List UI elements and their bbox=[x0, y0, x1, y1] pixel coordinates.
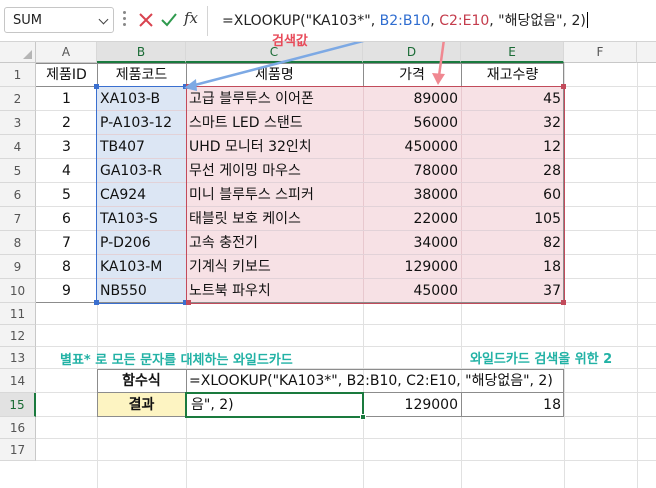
cell-id[interactable]: 9 bbox=[36, 279, 97, 303]
annotation-wildcard-mode: 와일드카드 검색을 위한 2 bbox=[470, 352, 613, 367]
row-header-10[interactable]: 10 bbox=[0, 279, 36, 303]
row-header-8[interactable]: 8 bbox=[0, 231, 36, 255]
cell-id[interactable]: 7 bbox=[36, 231, 97, 255]
column-header-f[interactable]: F bbox=[564, 42, 637, 63]
name-box[interactable]: SUM bbox=[4, 7, 114, 33]
lookup-range-border[interactable] bbox=[96, 86, 187, 304]
formula-lookup-range: B2:B10 bbox=[379, 13, 431, 29]
return-range-border[interactable] bbox=[186, 86, 565, 304]
row-header-1[interactable]: 1 bbox=[0, 63, 36, 87]
row-header-9[interactable]: 9 bbox=[0, 255, 36, 279]
row-header-6[interactable]: 6 bbox=[0, 183, 36, 207]
row-header-17[interactable]: 17 bbox=[0, 439, 36, 461]
function-label[interactable]: 함수식 bbox=[97, 370, 186, 392]
column-header-g[interactable] bbox=[637, 42, 656, 63]
formula-part: , "해당없음", 2) bbox=[489, 13, 586, 29]
fill-handle[interactable] bbox=[360, 414, 366, 420]
cell-id[interactable]: 2 bbox=[36, 111, 97, 135]
formula-input[interactable]: =XLOOKUP("KA103*", B2:B10, C2:E10, "해당없음… bbox=[222, 10, 588, 30]
function-text[interactable]: =XLOOKUP("KA103*", B2:B10, C2:E10, "해당없음… bbox=[186, 370, 564, 392]
formula-separator bbox=[207, 6, 208, 36]
column-header-b[interactable]: B bbox=[97, 42, 186, 63]
row-header-14[interactable]: 14 bbox=[0, 369, 36, 393]
row-header-2[interactable]: 2 bbox=[0, 87, 36, 111]
header-product-code[interactable]: 제품코드 bbox=[97, 64, 186, 86]
active-cell-c15[interactable] bbox=[185, 392, 364, 418]
row-header-4[interactable]: 4 bbox=[0, 135, 36, 159]
column-header-d[interactable]: D bbox=[363, 42, 461, 63]
row-header-5[interactable]: 5 bbox=[0, 159, 36, 183]
formula-return-range: C2:E10 bbox=[439, 13, 490, 29]
worksheet-grid[interactable]: A B C D E F 1 2 3 4 5 6 7 8 9 10 11 12 1… bbox=[0, 34, 656, 488]
column-header-a[interactable]: A bbox=[36, 42, 97, 63]
column-header-e[interactable]: E bbox=[461, 42, 564, 63]
row-header-7[interactable]: 7 bbox=[0, 207, 36, 231]
row-header-3[interactable]: 3 bbox=[0, 111, 36, 135]
cell-id[interactable]: 8 bbox=[36, 255, 97, 279]
insert-function-icon[interactable]: fx bbox=[184, 9, 198, 27]
select-all-icon bbox=[23, 50, 32, 59]
text-cursor bbox=[586, 12, 588, 28]
header-product-id[interactable]: 제품ID bbox=[36, 64, 97, 86]
row-header-15[interactable]: 15 bbox=[0, 393, 36, 417]
cell-id[interactable]: 6 bbox=[36, 207, 97, 231]
annotation-wildcard-note: 별표* 로 모든 문자를 대체하는 와일드카드 bbox=[60, 353, 293, 368]
row-header-11[interactable]: 11 bbox=[0, 303, 36, 325]
cell-id[interactable]: 3 bbox=[36, 135, 97, 159]
result-stock[interactable]: 18 bbox=[461, 393, 564, 417]
formula-part: ", bbox=[364, 13, 380, 29]
formula-lookup-value: KA103* bbox=[312, 13, 365, 29]
confirm-check-icon[interactable] bbox=[160, 11, 178, 29]
drag-handle-icon[interactable] bbox=[123, 11, 126, 27]
header-price[interactable]: 가격 bbox=[363, 64, 461, 86]
formula-part: , bbox=[430, 13, 440, 29]
row-header-16[interactable]: 16 bbox=[0, 417, 36, 439]
cell-id[interactable]: 4 bbox=[36, 159, 97, 183]
cell-id[interactable]: 1 bbox=[36, 87, 97, 111]
result-label[interactable]: 결과 bbox=[97, 393, 186, 417]
cancel-icon[interactable] bbox=[137, 11, 155, 29]
name-box-value: SUM bbox=[13, 13, 42, 28]
result-price[interactable]: 129000 bbox=[363, 393, 461, 417]
annotation-lookup-value: 검색값 bbox=[272, 34, 308, 49]
header-stock[interactable]: 재고수량 bbox=[461, 64, 564, 86]
header-product-name[interactable]: 제품명 bbox=[186, 64, 363, 86]
row-header-13[interactable]: 13 bbox=[0, 347, 36, 369]
formula-bar: SUM fx =XLOOKUP("KA103*", B2:B10, C2:E10… bbox=[0, 0, 656, 42]
formula-part: =XLOOKUP(" bbox=[222, 13, 313, 29]
cell-id[interactable]: 5 bbox=[36, 183, 97, 207]
chevron-down-icon[interactable] bbox=[98, 14, 109, 25]
row-header-12[interactable]: 12 bbox=[0, 325, 36, 347]
select-all-corner[interactable] bbox=[0, 42, 36, 63]
